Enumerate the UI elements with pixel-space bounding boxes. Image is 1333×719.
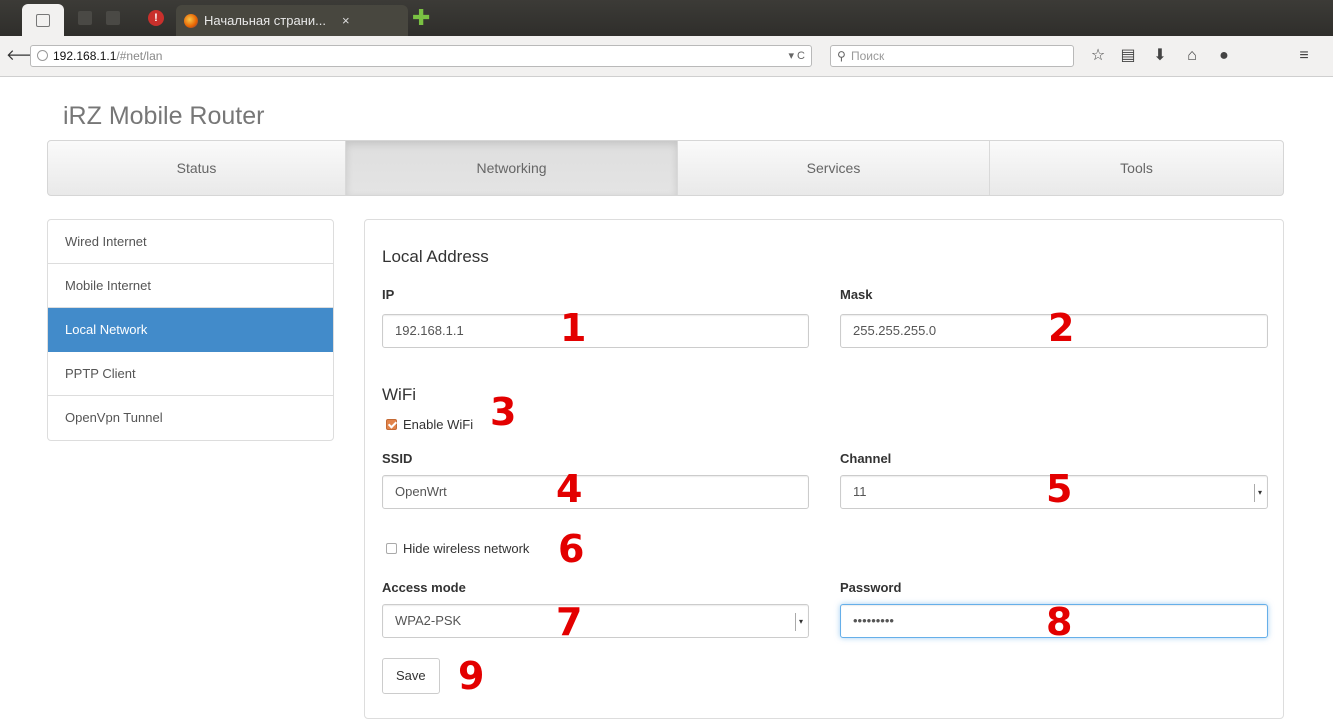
sidebar-item-openvpn-tunnel[interactable]: OpenVpn Tunnel [48, 396, 333, 440]
brand-title: iRZ Mobile Router [63, 102, 265, 130]
browser-tab-bar: ! Начальная страни... × ✚ [0, 0, 1333, 36]
channel-label: Channel [840, 451, 892, 466]
hide-network-row[interactable]: Hide wireless network [386, 541, 529, 556]
sidebar-item-mobile-internet[interactable]: Mobile Internet [48, 264, 333, 308]
url-bar[interactable]: 192.168.1.1/#net/lan ▾ C [30, 45, 812, 67]
access-mode-select[interactable]: WPA2-PSK ▾ [382, 604, 809, 638]
local-address-heading: Local Address [382, 247, 489, 266]
marker-3: 3 [490, 390, 517, 434]
enable-wifi-label: Enable WiFi [403, 417, 474, 432]
ip-input[interactable]: 192.168.1.1 [382, 314, 809, 348]
marker-2: 2 [1048, 306, 1075, 350]
ip-label: IP [382, 287, 395, 302]
ssid-label: SSID [382, 451, 413, 466]
tab-close-icon[interactable]: × [342, 13, 350, 28]
wifi-heading: WiFi [382, 385, 416, 404]
browser-tab-active[interactable]: Начальная страни... × [176, 5, 408, 36]
hide-network-checkbox[interactable] [386, 543, 397, 554]
reload-icon[interactable]: ▾ C [788, 46, 805, 66]
sidebar-item-pptp-client[interactable]: PPTP Client [48, 352, 333, 396]
mask-label: Mask [840, 287, 873, 302]
chevron-down-icon: ▾ [1254, 484, 1265, 502]
password-label: Password [840, 580, 902, 595]
marker-1: 1 [560, 306, 587, 350]
bookmarks-menu-icon[interactable]: ▤ [1118, 46, 1138, 66]
marker-8: 8 [1046, 600, 1073, 644]
sidebar-item-local-network[interactable]: Local Network [48, 308, 333, 352]
firefox-icon [184, 13, 198, 28]
blank-page-icon [36, 13, 50, 27]
search-placeholder: Поиск [851, 49, 885, 63]
save-button[interactable]: Save [382, 658, 440, 694]
main-nav: Status Networking Services Tools [47, 140, 1284, 196]
enable-wifi-row[interactable]: Enable WiFi [386, 417, 473, 432]
enable-wifi-checkbox[interactable] [386, 419, 397, 430]
marker-6: 6 [558, 527, 585, 571]
channel-value: 11 [853, 484, 867, 499]
back-arrow-icon[interactable]: 🡐 [6, 46, 46, 66]
home-icon[interactable]: ⌂ [1182, 46, 1202, 66]
marker-9: 9 [458, 654, 485, 698]
tab-status[interactable]: Status [48, 141, 346, 195]
search-icon: ⚲ [837, 49, 846, 63]
new-tab-icon[interactable]: ✚ [412, 7, 430, 29]
addon-icon[interactable]: ! [148, 10, 164, 26]
pinned-tab-icon[interactable] [106, 11, 120, 25]
sidebar-item-wired-internet[interactable]: Wired Internet [48, 220, 333, 264]
access-mode-label: Access mode [382, 580, 466, 595]
globe-icon [37, 50, 48, 61]
marker-4: 4 [556, 467, 583, 511]
browser-nav-bar: 🡐 192.168.1.1/#net/lan ▾ C ⚲ Поиск ☆ ▤ ⬇… [0, 36, 1333, 77]
ssid-input[interactable]: OpenWrt [382, 475, 809, 509]
url-host: 192.168.1.1 [53, 49, 117, 63]
chevron-down-icon: ▾ [795, 613, 806, 631]
blank-tab[interactable] [22, 4, 64, 36]
settings-panel: Local Address IP 192.168.1.1 Mask 255.25… [364, 219, 1284, 719]
hide-network-label: Hide wireless network [403, 541, 530, 556]
sidebar: Wired Internet Mobile Internet Local Net… [47, 219, 334, 441]
access-mode-value: WPA2-PSK [395, 613, 462, 628]
download-icon[interactable]: ⬇ [1150, 46, 1170, 66]
pinned-tab-icon[interactable] [78, 11, 92, 25]
url-path: /#net/lan [116, 49, 163, 63]
menu-icon[interactable]: ≡ [1294, 46, 1314, 66]
chat-icon[interactable]: ● [1214, 46, 1234, 66]
search-input[interactable]: ⚲ Поиск [830, 45, 1074, 67]
tab-networking[interactable]: Networking [346, 141, 678, 195]
bookmark-star-icon[interactable]: ☆ [1088, 46, 1108, 66]
tab-tools[interactable]: Tools [990, 141, 1283, 195]
tab-title: Начальная страни... [204, 13, 326, 28]
marker-5: 5 [1046, 467, 1073, 511]
tab-services[interactable]: Services [678, 141, 990, 195]
marker-7: 7 [556, 600, 583, 644]
